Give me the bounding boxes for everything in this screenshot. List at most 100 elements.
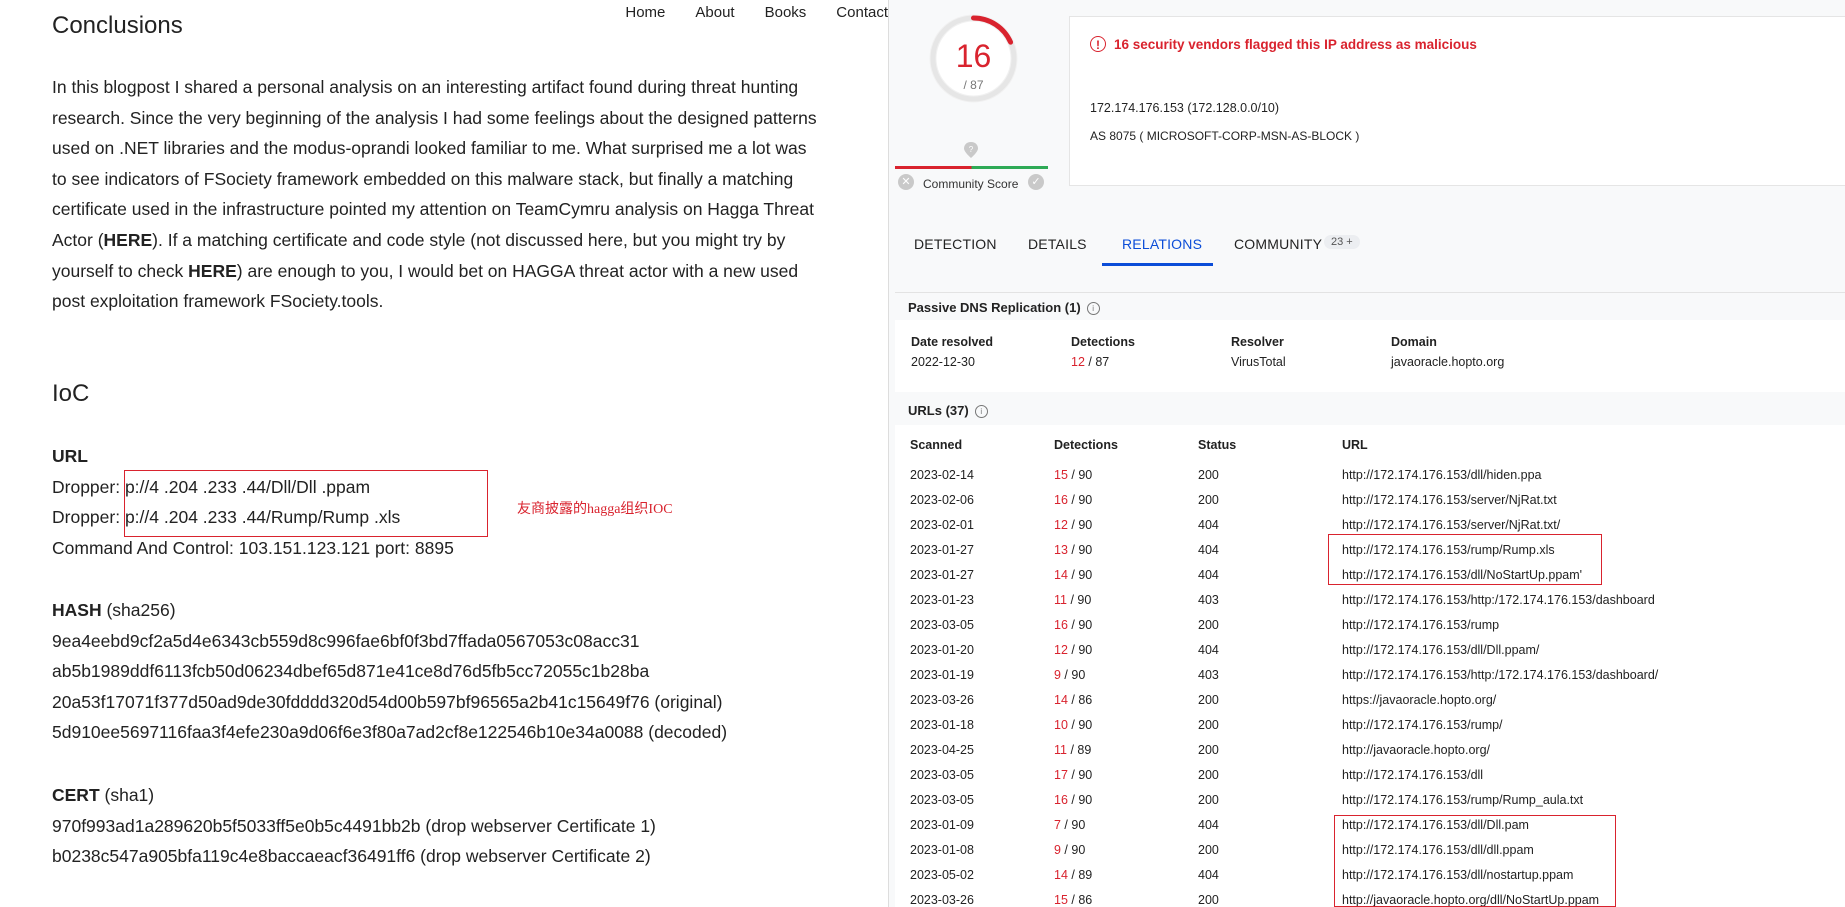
url-row[interactable]: 2023-03-05 17 / 90 200 http://172.174.176.1… xyxy=(895,763,1845,788)
url-scanned: 2023-03-05 xyxy=(910,768,974,782)
pdns-table: Date resolved Detections Resolver Domain… xyxy=(895,320,1845,392)
community-score-bar xyxy=(895,166,1048,169)
urls-header-detections: Detections xyxy=(1054,438,1118,452)
nav-books[interactable]: Books xyxy=(765,4,807,21)
url-detections: 7 / 90 xyxy=(1054,818,1086,832)
url-scanned: 2023-03-05 xyxy=(910,618,974,632)
url-status: 200 xyxy=(1198,693,1219,707)
cert-label: CERT xyxy=(52,785,100,805)
c2-line: Command And Control: 103.151.123.121 por… xyxy=(52,537,454,558)
url-link[interactable]: http://172.174.176.153/rump/ xyxy=(1342,718,1503,732)
url-link[interactable]: http://javaoracle.hopto.org/ xyxy=(1342,743,1490,757)
ioc-cert-block: CERT (sha1) 970f993ad1a289620b5f5033ff5e… xyxy=(52,780,656,872)
community-count-badge: 23 + xyxy=(1324,235,1360,249)
url-detections: 10 / 90 xyxy=(1054,718,1093,732)
community-score-label: Community Score xyxy=(923,177,1019,191)
url-status: 404 xyxy=(1198,868,1219,882)
url-row[interactable]: 2023-01-20 12 / 90 404 http://172.174.176.1… xyxy=(895,638,1845,663)
url-row[interactable]: 2023-03-05 16 / 90 200 http://172.174.176.1… xyxy=(895,788,1845,813)
url-status: 200 xyxy=(1198,468,1219,482)
nav-about[interactable]: About xyxy=(695,4,734,21)
url-status: 200 xyxy=(1198,768,1219,782)
url-status: 404 xyxy=(1198,568,1219,582)
url-detections: 16 / 90 xyxy=(1054,793,1093,807)
highlight-box-droppers xyxy=(124,470,488,537)
svg-text:?: ? xyxy=(969,145,974,154)
url-scanned: 2023-01-20 xyxy=(910,643,974,657)
tab-community[interactable]: COMMUNITY xyxy=(1234,236,1322,252)
url-link[interactable]: http://172.174.176.153/dll/hiden.ppa xyxy=(1342,468,1541,482)
virustotal-panel: 16 / 87 ? ✕ Community Score ✓ ! 16 secur… xyxy=(888,0,1845,907)
nav-home[interactable]: Home xyxy=(625,4,665,21)
url-detections: 16 / 90 xyxy=(1054,618,1093,632)
blog-panel: Home About Books Contact Conclusions In … xyxy=(0,0,888,907)
as-info: AS 8075 ( MICROSOFT-CORP-MSN-AS-BLOCK ) xyxy=(1090,129,1360,143)
url-scanned: 2023-04-25 xyxy=(910,743,974,757)
hash-1: 9ea4eebd9cf2a5d4e6343cb559d8c996fae6bf0f… xyxy=(52,630,640,651)
url-detections: 14 / 89 xyxy=(1054,868,1093,882)
url-scanned: 2023-03-05 xyxy=(910,793,974,807)
score-total: / 87 xyxy=(963,78,984,92)
url-row[interactable]: 2023-01-19 9 / 90 403 http://172.174.176.15… xyxy=(895,663,1845,688)
url-scanned: 2023-01-27 xyxy=(910,568,974,582)
hash-suffix: (sha256) xyxy=(101,600,176,620)
url-link[interactable]: http://172.174.176.153/dll/Dll.ppam/ xyxy=(1342,643,1539,657)
tabs-divider xyxy=(895,292,1845,293)
nav-contact[interactable]: Contact xyxy=(836,4,888,21)
url-detections: 17 / 90 xyxy=(1054,768,1093,782)
here-link-2[interactable]: HERE xyxy=(188,261,237,281)
ioc-heading: IoC xyxy=(52,380,90,407)
blog-nav: Home About Books Contact xyxy=(625,4,888,21)
url-status: 403 xyxy=(1198,668,1219,682)
active-tab-indicator xyxy=(1102,263,1213,266)
url-status: 200 xyxy=(1198,618,1219,632)
url-status: 200 xyxy=(1198,893,1219,907)
url-link[interactable]: http://172.174.176.153/rump xyxy=(1342,618,1499,632)
url-detections: 14 / 86 xyxy=(1054,693,1093,707)
urls-header-url: URL xyxy=(1342,438,1368,452)
detection-score: 16 / 87 ? ✕ Community Score ✓ xyxy=(889,0,1057,200)
pdns-header-resolver: Resolver xyxy=(1231,335,1284,349)
url-detections: 12 / 90 xyxy=(1054,643,1093,657)
highlight-box-urls-1 xyxy=(1328,534,1602,585)
cert-1: 970f993ad1a289620b5f5033ff5e0b5c4491bb2b… xyxy=(52,815,656,836)
url-link[interactable]: http://172.174.176.153/dll xyxy=(1342,768,1483,782)
url-link[interactable]: https://javaoracle.hopto.org/ xyxy=(1342,693,1496,707)
annotation-note: 友商披露的hagga组织IOC xyxy=(517,502,673,517)
vote-malicious-icon[interactable]: ✕ xyxy=(898,174,914,190)
url-row[interactable]: 2023-04-25 11 / 89 200 http://javaoracle.ho… xyxy=(895,738,1845,763)
url-link[interactable]: http://172.174.176.153/http:/172.174.176… xyxy=(1342,668,1658,682)
url-scanned: 2023-03-26 xyxy=(910,693,974,707)
vt-tabs: DETECTION DETAILS RELATIONS COMMUNITY 23… xyxy=(889,218,1845,266)
info-icon[interactable]: i xyxy=(1086,302,1100,316)
url-row[interactable]: 2023-01-18 10 / 90 200 http://172.174.176.1… xyxy=(895,713,1845,738)
score-number: 16 xyxy=(955,38,992,74)
url-link[interactable]: http://172.174.176.153/http:/172.174.176… xyxy=(1342,593,1655,607)
url-row[interactable]: 2023-02-06 16 / 90 200 http://172.174.176.1… xyxy=(895,488,1845,513)
pdns-detections: 12 / 87 xyxy=(1071,355,1110,369)
url-row[interactable]: 2023-01-23 11 / 90 403 http://172.174.176.1… xyxy=(895,588,1845,613)
url-status: 404 xyxy=(1198,543,1219,557)
url-row[interactable]: 2023-03-26 14 / 86 200 https://javaoracle.h… xyxy=(895,688,1845,713)
conclusions-paragraph: In this blogpost I shared a personal ana… xyxy=(52,72,822,317)
url-link[interactable]: http://172.174.176.153/server/NjRat.txt xyxy=(1342,493,1557,507)
tab-relations[interactable]: RELATIONS xyxy=(1122,236,1202,252)
url-status: 404 xyxy=(1198,643,1219,657)
url-row[interactable]: 2023-03-05 16 / 90 200 http://172.174.176.1… xyxy=(895,613,1845,638)
url-row[interactable]: 2023-02-14 15 / 90 200 http://172.174.176.1… xyxy=(895,463,1845,488)
url-status: 200 xyxy=(1198,493,1219,507)
tab-detection[interactable]: DETECTION xyxy=(914,236,997,252)
url-link[interactable]: http://172.174.176.153/rump/Rump_aula.tx… xyxy=(1342,793,1583,807)
url-scanned: 2023-05-02 xyxy=(910,868,974,882)
pdns-title: Passive DNS Replication (1) i xyxy=(908,300,1100,316)
pdns-domain[interactable]: javaoracle.hopto.org xyxy=(1391,355,1504,369)
urls-header-status: Status xyxy=(1198,438,1237,452)
tab-details[interactable]: DETAILS xyxy=(1028,236,1087,252)
here-link-1[interactable]: HERE xyxy=(104,230,153,250)
url-link[interactable]: http://172.174.176.153/server/NjRat.txt/ xyxy=(1342,518,1560,532)
url-detections: 12 / 90 xyxy=(1054,518,1093,532)
url-detections: 15 / 86 xyxy=(1054,893,1093,907)
vote-harmless-icon[interactable]: ✓ xyxy=(1028,174,1044,190)
info-icon[interactable]: i xyxy=(974,405,988,419)
pdns-header-detections: Detections xyxy=(1071,335,1135,349)
